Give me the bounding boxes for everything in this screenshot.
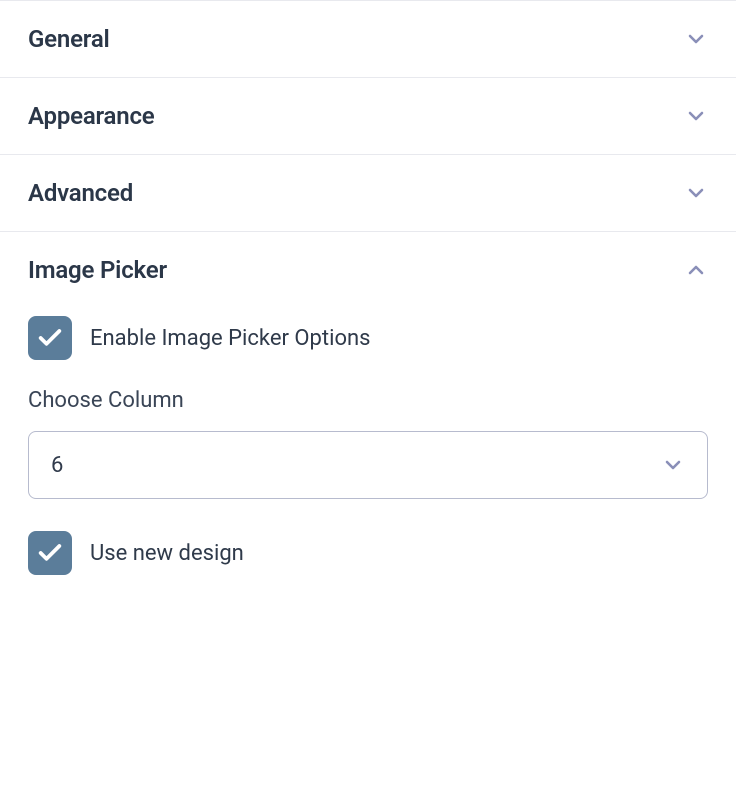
- chevron-down-icon: [684, 104, 708, 128]
- section-header-general[interactable]: General: [28, 25, 708, 53]
- use-new-design-checkbox[interactable]: [28, 531, 72, 575]
- check-icon: [36, 324, 64, 352]
- section-advanced: Advanced: [0, 154, 736, 231]
- section-title-appearance: Appearance: [28, 102, 155, 130]
- choose-column-label: Choose Column: [28, 388, 708, 413]
- use-new-design-label: Use new design: [90, 541, 244, 566]
- enable-image-picker-row: Enable Image Picker Options: [28, 316, 708, 360]
- section-title-image-picker: Image Picker: [28, 256, 167, 284]
- section-title-advanced: Advanced: [28, 179, 133, 207]
- check-icon: [36, 539, 64, 567]
- chevron-up-icon: [684, 258, 708, 282]
- section-header-appearance[interactable]: Appearance: [28, 102, 708, 130]
- section-general: General: [0, 0, 736, 77]
- enable-image-picker-label: Enable Image Picker Options: [90, 326, 371, 351]
- section-image-picker: Image Picker: [0, 231, 736, 284]
- enable-image-picker-checkbox[interactable]: [28, 316, 72, 360]
- section-title-general: General: [28, 25, 110, 53]
- use-new-design-row: Use new design: [28, 531, 708, 575]
- section-header-advanced[interactable]: Advanced: [28, 179, 708, 207]
- section-appearance: Appearance: [0, 77, 736, 154]
- image-picker-content: Enable Image Picker Options Choose Colum…: [0, 284, 736, 587]
- chevron-down-icon: [684, 27, 708, 51]
- chevron-down-icon: [684, 181, 708, 205]
- chevron-down-icon: [661, 453, 685, 477]
- section-header-image-picker[interactable]: Image Picker: [28, 256, 708, 284]
- choose-column-select[interactable]: 6: [28, 431, 708, 499]
- choose-column-value: 6: [51, 453, 63, 478]
